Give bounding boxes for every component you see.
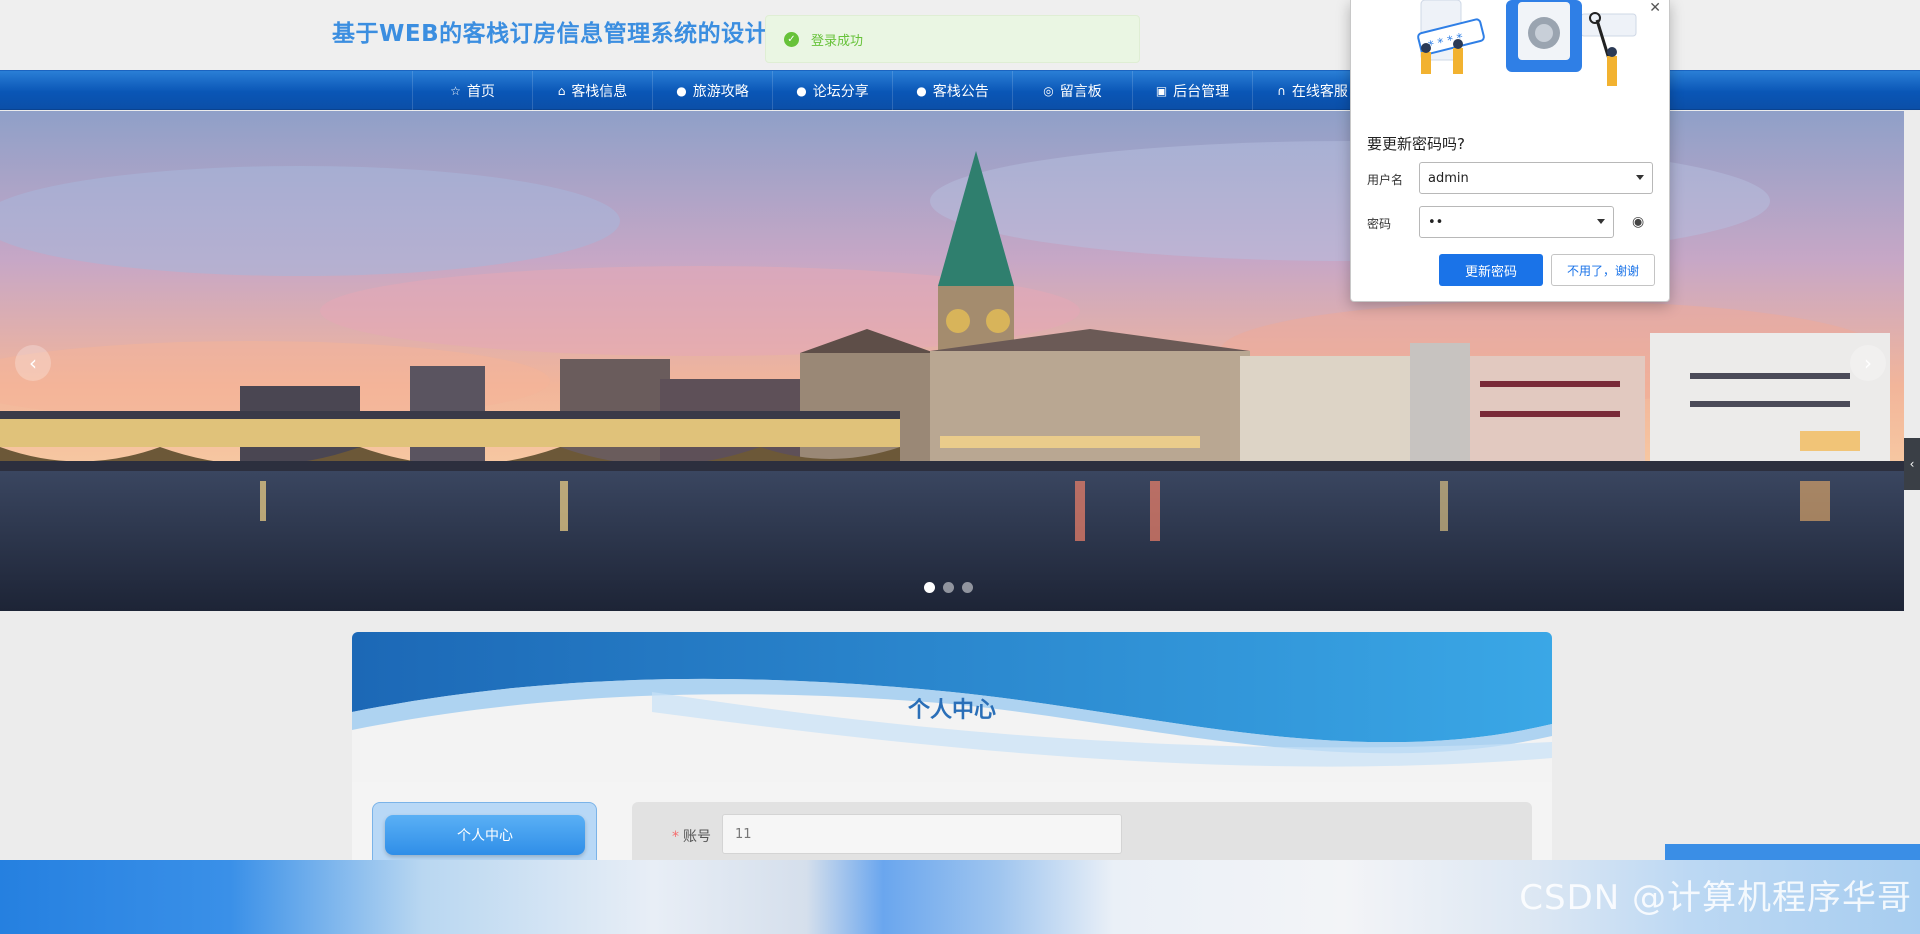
update-password-button[interactable]: 更新密码 [1439, 254, 1543, 286]
username-value: admin [1428, 170, 1469, 186]
nav-label: 留言板 [1059, 84, 1102, 100]
nav-label: 后台管理 [1173, 84, 1230, 100]
nav-label: 客栈公告 [932, 84, 989, 100]
username-select[interactable]: admin [1419, 162, 1653, 194]
chevron-down-icon [1636, 175, 1644, 180]
chevron-down-icon [1597, 219, 1605, 224]
nav-label: 客栈信息 [571, 84, 628, 100]
check-circle-icon: ✓ [784, 31, 799, 47]
password-label: 密码 [1367, 217, 1392, 231]
footer: CSDN @计算机程序华哥 [0, 860, 1920, 934]
decline-button[interactable]: 不用了，谢谢 [1551, 254, 1655, 286]
toast-message: 登录成功 [811, 33, 864, 49]
site-title: 基于WEB的客栈订房信息管理系统的设计 [332, 21, 769, 47]
menu-item-personal-center[interactable]: 个人中心 [385, 815, 585, 855]
eye-icon[interactable]: ◉ [1632, 214, 1644, 230]
box-icon: ▣ [1155, 84, 1168, 98]
carousel-next-arrow[interactable]: › [1850, 345, 1886, 381]
nav-label: 在线客服 [1291, 84, 1348, 100]
carousel-prev-arrow[interactable]: ‹ [15, 345, 51, 381]
nav-item-inn-info[interactable]: ⌂ 客栈信息 [532, 71, 652, 111]
carousel-indicators [924, 582, 973, 593]
password-select[interactable]: •• [1419, 206, 1614, 238]
nav-item-forum[interactable]: ● 论坛分享 [772, 71, 892, 111]
nav-item-home[interactable]: ☆ 首页 [412, 71, 532, 111]
info-icon: ● [676, 84, 687, 98]
side-collapse-tab[interactable]: ‹ [1904, 438, 1920, 490]
question-icon: ● [796, 84, 807, 98]
password-illustration: * * * * [1417, 0, 1637, 86]
nav-label: 首页 [466, 84, 495, 100]
account-input[interactable] [722, 814, 1122, 854]
carousel-dot[interactable] [943, 582, 954, 593]
nav-item-announcements[interactable]: ● 客栈公告 [892, 71, 1012, 111]
bag-icon: ⌂ [557, 84, 566, 98]
password-value: •• [1428, 214, 1444, 230]
headset-icon: ∩ [1277, 84, 1286, 98]
nav-item-admin[interactable]: ▣ 后台管理 [1132, 71, 1252, 111]
footer-accent-block [1665, 844, 1920, 860]
star-icon: ☆ [450, 84, 461, 98]
account-label-text: 账号 [683, 829, 711, 845]
nav-item-travel-guide[interactable]: ● 旅游攻略 [652, 71, 772, 111]
info-icon: ● [916, 84, 927, 98]
account-label: * 账号 [672, 826, 711, 846]
username-label: 用户名 [1367, 173, 1404, 187]
nav-item-message-board[interactable]: ◎ 留言板 [1012, 71, 1132, 111]
nav-label: 论坛分享 [812, 84, 869, 100]
panel-title: 个人中心 [907, 698, 996, 723]
success-toast: ✓ 登录成功 [765, 15, 1140, 63]
target-icon: ◎ [1043, 84, 1054, 98]
nav-label: 旅游攻略 [692, 84, 749, 100]
popup-question: 要更新密码吗? [1367, 135, 1465, 153]
update-password-popup: * * * * ✕ 要更新密码吗? 用户名 admin 密码 •• ◉ 更新密码… [1350, 0, 1670, 302]
watermark: CSDN @计算机程序华哥 [1519, 878, 1912, 918]
carousel-dot[interactable] [962, 582, 973, 593]
required-mark: * [672, 829, 679, 845]
close-icon[interactable]: ✕ [1649, 0, 1661, 16]
carousel-dot[interactable] [924, 582, 935, 593]
